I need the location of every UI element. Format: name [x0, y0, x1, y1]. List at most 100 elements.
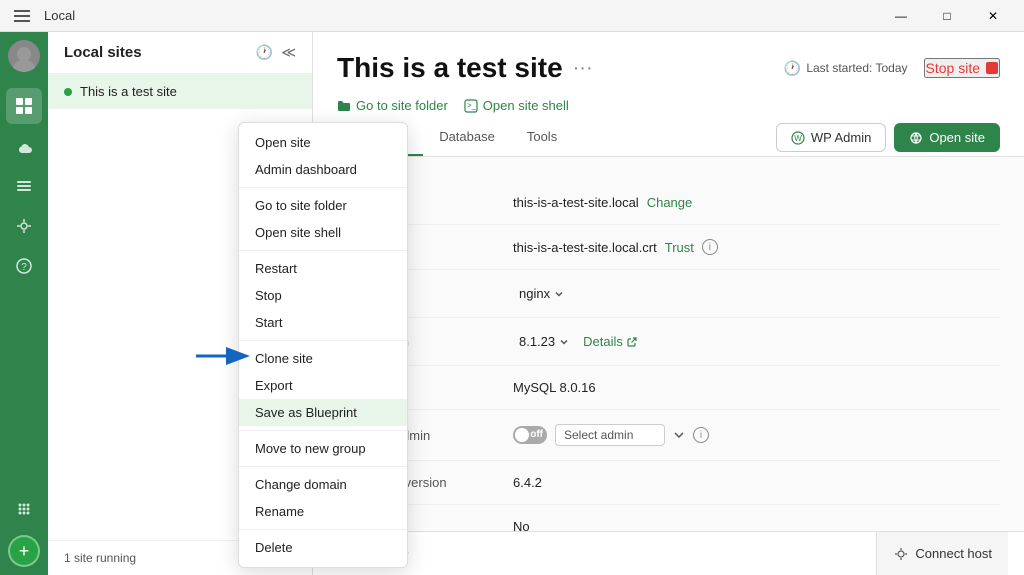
nav-help-icon[interactable]: ? [6, 248, 42, 284]
database-value: MySQL 8.0.16 [513, 380, 1000, 395]
minimize-button[interactable]: — [878, 0, 924, 32]
ctx-start[interactable]: Start [239, 309, 407, 336]
ctx-rename[interactable]: Rename [239, 498, 407, 525]
php-version-dropdown[interactable]: 8.1.23 [513, 332, 575, 351]
change-domain-link[interactable]: Change [647, 195, 693, 210]
wp-version-value: 6.4.2 [513, 475, 1000, 490]
nav-grid-icon[interactable] [6, 491, 42, 527]
web-server-dropdown[interactable]: nginx [513, 284, 570, 303]
stop-site-button[interactable]: Stop site [924, 58, 1000, 78]
ctx-export[interactable]: Export [239, 372, 407, 399]
tab-database[interactable]: Database [423, 119, 511, 156]
database-text: MySQL 8.0.16 [513, 380, 596, 395]
menu-button[interactable] [8, 2, 36, 30]
open-site-label: Open site [929, 130, 985, 145]
php-details-link[interactable]: Details [583, 334, 638, 349]
main-header: This is a test site ··· 🕐 Last started: … [313, 32, 1024, 157]
ctx-open-site[interactable]: Open site [239, 129, 407, 156]
toggle-off-label: off [530, 429, 543, 440]
ctx-save-blueprint[interactable]: Save as Blueprint [239, 399, 407, 426]
ctx-open-shell[interactable]: Open site shell [239, 219, 407, 246]
sidebar-header: Local sites 🕐 ≪ [48, 32, 312, 74]
arrow-annotation [196, 342, 256, 370]
collapse-icon[interactable]: ≪ [281, 44, 296, 61]
ctx-go-to-folder[interactable]: Go to site folder [239, 192, 407, 219]
row-web-server: Web server nginx [337, 270, 1000, 318]
wordpress-icon: W [791, 131, 805, 145]
sidebar-actions: 🕐 ≪ [256, 44, 296, 61]
ctx-sep-2 [239, 250, 407, 251]
terminal-icon: >_ [464, 99, 478, 113]
one-click-admin-value: off Select admin i [513, 424, 1000, 446]
header-right: 🕐 Last started: Today Stop site [784, 58, 1000, 78]
sidebar-site-label: This is a test site [80, 84, 177, 99]
nav-plugins-icon[interactable] [6, 208, 42, 244]
wp-version-text: 6.4.2 [513, 475, 542, 490]
ctx-move-group[interactable]: Move to new group [239, 435, 407, 462]
site-domain-text: this-is-a-test-site.local [513, 195, 639, 210]
one-click-admin-toggle[interactable]: off [513, 426, 547, 444]
chevron-down-icon [554, 289, 564, 299]
last-started-text: Last started: Today [806, 61, 907, 75]
header-action-buttons: W WP Admin Open site [776, 123, 1000, 152]
row-php-version: PHP version 8.1.23 Details [337, 318, 1000, 366]
ctx-change-domain[interactable]: Change domain [239, 471, 407, 498]
row-wp-version: WordPress version 6.4.2 [337, 461, 1000, 505]
svg-text:>_: >_ [467, 101, 477, 110]
go-to-folder-link[interactable]: Go to site folder [337, 92, 448, 119]
site-status-dot [64, 88, 72, 96]
web-server-value: nginx [513, 284, 1000, 303]
ctx-clone[interactable]: Clone site [239, 345, 407, 372]
ctx-delete[interactable]: Delete [239, 534, 407, 561]
connect-host-button[interactable]: Connect host [876, 532, 1008, 575]
title-row: This is a test site ··· 🕐 Last started: … [337, 52, 1000, 84]
close-button[interactable]: ✕ [970, 0, 1016, 32]
wp-admin-label: WP Admin [811, 130, 871, 145]
ssl-value: this-is-a-test-site.local.crt Trust i [513, 239, 1000, 255]
one-click-info-icon[interactable]: i [693, 427, 709, 443]
ctx-sep-5 [239, 466, 407, 467]
nav-sites-icon[interactable] [6, 88, 42, 124]
sidebar-site-item[interactable]: This is a test site [48, 74, 312, 109]
folder-icon [337, 99, 351, 113]
stop-site-square-icon [986, 62, 998, 74]
trust-ssl-link[interactable]: Trust [665, 240, 694, 255]
main-content: This is a test site ··· 🕐 Last started: … [313, 32, 1024, 575]
external-link-icon [626, 336, 638, 348]
row-multisite: Multisite No [337, 505, 1000, 531]
maximize-button[interactable]: □ [924, 0, 970, 32]
title-more-button[interactable]: ··· [573, 57, 593, 80]
ssl-info-icon[interactable]: i [702, 239, 718, 255]
bottom-bar: Live Link Connect host [313, 531, 1024, 575]
tab-tools[interactable]: Tools [511, 119, 573, 156]
row-site-domain: Site domain this-is-a-test-site.local Ch… [337, 181, 1000, 225]
nav-cloud-icon[interactable] [6, 128, 42, 164]
avatar[interactable] [8, 40, 40, 72]
context-menu: Open site Admin dashboard Go to site fol… [238, 122, 408, 568]
site-domain-value: this-is-a-test-site.local Change [513, 195, 1000, 210]
ctx-restart[interactable]: Restart [239, 255, 407, 282]
quick-links: Go to site folder >_ Open site shell [337, 92, 1000, 119]
svg-text:?: ? [21, 262, 27, 273]
select-admin-dropdown[interactable]: Select admin [555, 424, 665, 446]
history-icon[interactable]: 🕐 [256, 44, 273, 61]
row-database: Database MySQL 8.0.16 [337, 366, 1000, 410]
folder-link-label: Go to site folder [356, 98, 448, 113]
ssl-cert-text: this-is-a-test-site.local.crt [513, 240, 657, 255]
wp-admin-button[interactable]: W WP Admin [776, 123, 886, 152]
open-shell-link[interactable]: >_ Open site shell [464, 92, 569, 119]
php-chevron-icon [559, 337, 569, 347]
window-controls: — □ ✕ [878, 0, 1016, 32]
nav-list-icon[interactable] [6, 168, 42, 204]
ctx-sep-1 [239, 187, 407, 188]
select-chevron-icon [673, 429, 685, 441]
ctx-admin-dashboard[interactable]: Admin dashboard [239, 156, 407, 183]
shell-link-label: Open site shell [483, 98, 569, 113]
ctx-sep-6 [239, 529, 407, 530]
open-site-button[interactable]: Open site [894, 123, 1000, 152]
titlebar: Local — □ ✕ [0, 0, 1024, 32]
php-version-value: 8.1.23 Details [513, 332, 1000, 351]
add-site-button[interactable]: + [8, 535, 40, 567]
page-title: This is a test site [337, 52, 563, 84]
ctx-stop[interactable]: Stop [239, 282, 407, 309]
